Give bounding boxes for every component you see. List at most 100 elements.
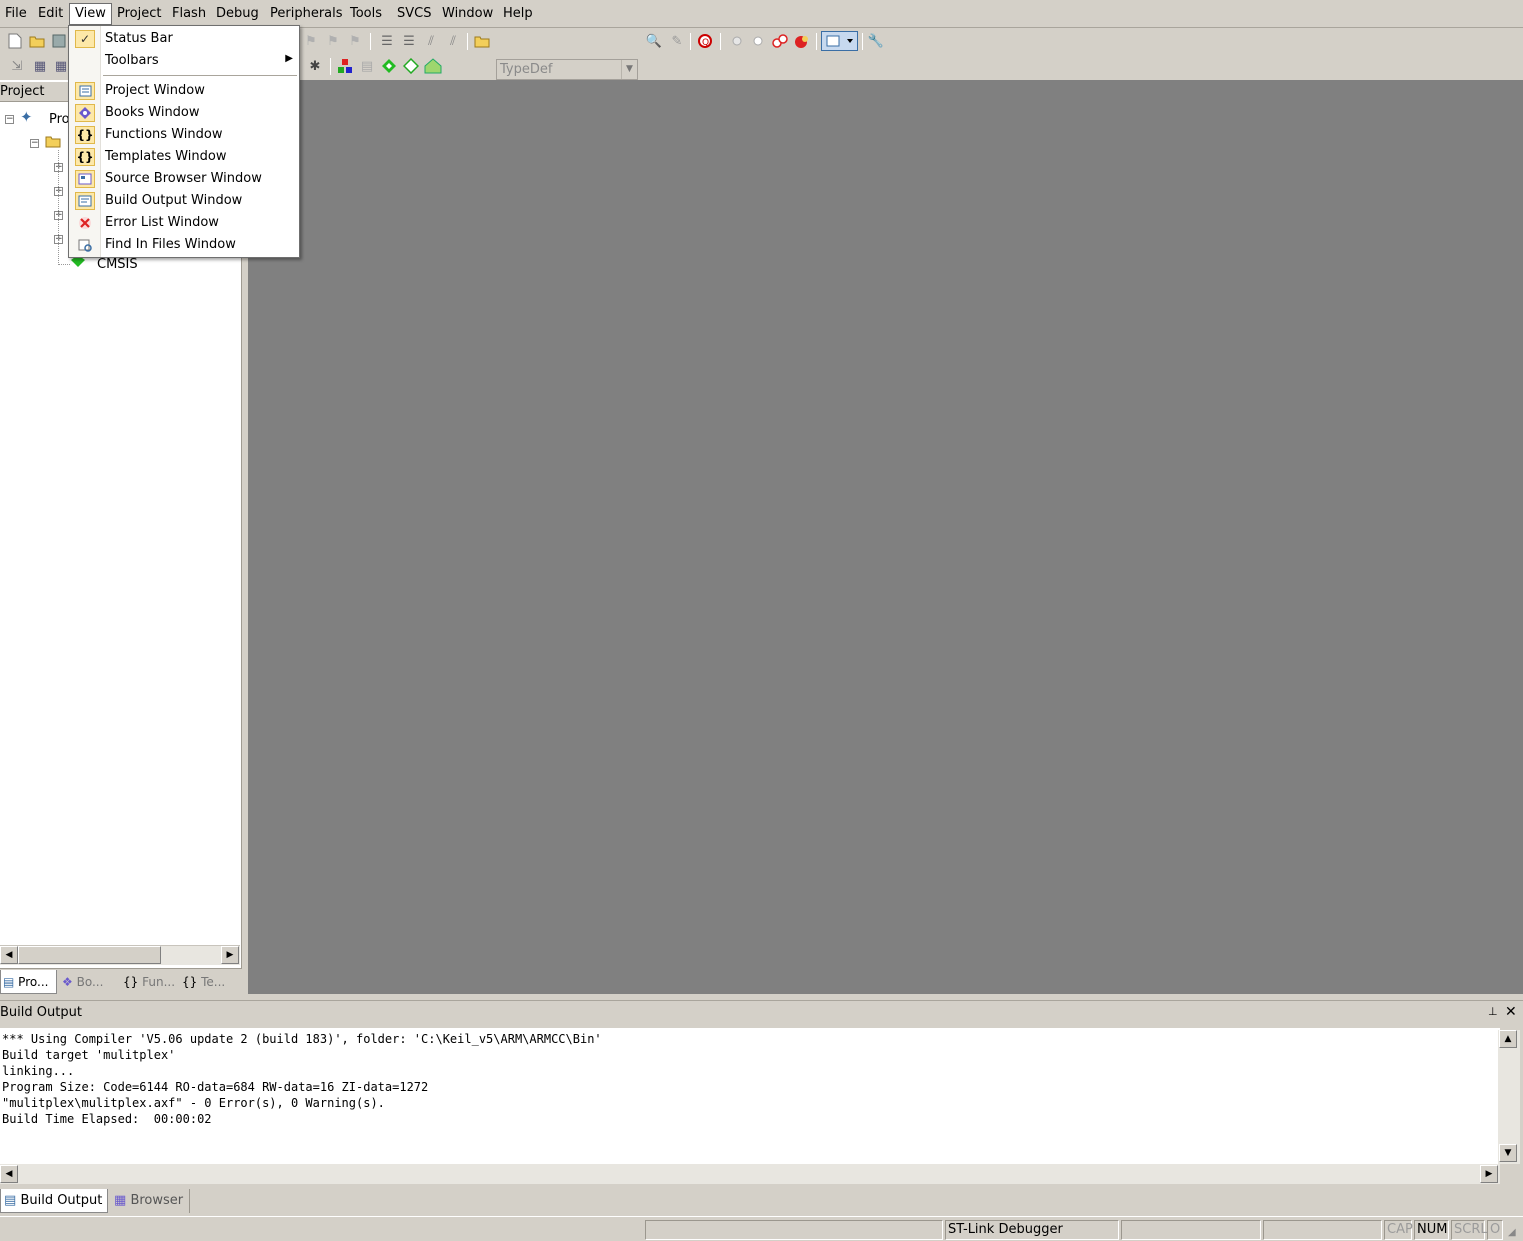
scroll-right-icon[interactable]: ▶ [1480,1165,1498,1183]
project-window-icon [75,82,95,100]
project-tabs: ▤ Pro... ❖ Bo... {} Fun... {} Te... [0,968,242,994]
comment-icon[interactable]: ⫽ [422,32,440,50]
menu-help[interactable]: Help [498,4,538,24]
menu-item-templates-window[interactable]: {} Templates Window [70,146,299,168]
translate-icon[interactable]: ⇲ [8,57,26,75]
close-icon[interactable]: ✕ [1505,1004,1517,1020]
build-output-hscrollbar[interactable]: ◀ ▶ [0,1164,1500,1184]
disable-breakpoints-icon[interactable] [771,32,789,50]
menu-item-functions-window[interactable]: {} Functions Window [70,124,299,146]
menu-item-build-output-window[interactable]: Build Output Window [70,190,299,212]
menu-flash[interactable]: Flash [167,4,211,24]
tab-project[interactable]: ▤ Pro... [0,970,57,994]
menu-file[interactable]: File [0,4,32,24]
menu-item-toolbars[interactable]: Toolbars ▶ [70,50,299,72]
tree-collapse-icon[interactable]: − [30,139,39,148]
chevron-down-icon[interactable]: ▼ [621,60,637,79]
find-in-files-toolbar-icon[interactable] [473,32,491,50]
scroll-left-icon[interactable]: ◀ [0,1165,18,1183]
tree-root-label[interactable]: Pro [49,112,70,127]
menu-project[interactable]: Project [112,4,166,24]
save-icon[interactable] [50,32,68,50]
tab-browser[interactable]: ▦ Browser [112,1189,190,1213]
project-hscrollbar[interactable]: ◀ ▶ [0,945,240,965]
tab-build-output[interactable]: ▤ Build Output [0,1189,108,1213]
status-panel-empty [645,1220,943,1240]
menu-item-find-in-files-window[interactable]: Find In Files Window [70,234,299,256]
status-panel-empty [1263,1220,1382,1240]
unindent-icon[interactable]: ☰ [400,32,418,50]
new-file-icon[interactable] [6,32,24,50]
build-output-icon [75,192,95,210]
tree-collapse-icon[interactable]: − [5,115,14,124]
tab-functions[interactable]: {} Fun... [121,970,177,994]
editor-area[interactable] [248,80,1523,994]
find-icon[interactable]: 🔍 [645,32,663,50]
bottom-tabs: ▤ Build Output ▦ Browser [0,1188,1523,1214]
pack-installer-icon[interactable] [380,57,398,75]
build-icon[interactable]: ▦ [31,57,49,75]
open-folder-icon[interactable] [28,32,46,50]
menu-svcs[interactable]: SVCS [392,4,436,24]
tab-books-label: Bo... [76,975,104,989]
build-line: Program Size: Code=6144 RO-data=684 RW-d… [2,1080,429,1094]
find-in-files-icon [75,236,95,254]
error-list-icon [75,214,95,232]
scroll-right-icon[interactable]: ▶ [221,946,239,964]
build-line: linking... [2,1064,75,1078]
build-output-title: Build Output [0,1005,82,1020]
menu-debug[interactable]: Debug [211,4,264,24]
menu-peripherals[interactable]: Peripherals [265,4,348,24]
tab-books[interactable]: ❖ Bo... [60,970,116,994]
resize-grip-icon[interactable]: ◢ [1508,1227,1516,1238]
scroll-thumb[interactable] [18,946,161,964]
scroll-down-icon[interactable]: ▼ [1499,1144,1517,1162]
menu-tools[interactable]: Tools [345,4,387,24]
bookmark-prev-icon[interactable]: ⚑ [324,32,342,50]
window-layout-icon[interactable] [821,31,858,51]
breakpoint-enable-icon[interactable] [749,32,767,50]
pin-icon[interactable]: ⊥ [1488,1005,1498,1018]
indent-icon[interactable]: ☰ [378,32,396,50]
project-window-icon: ▤ [3,975,15,989]
find-combo[interactable]: TypeDef ▼ [496,59,638,80]
books-window-icon: ❖ [62,975,73,989]
build-output-text[interactable]: *** Using Compiler 'V5.06 update 2 (buil… [0,1028,1500,1164]
software-pack-icon[interactable] [424,57,442,75]
status-num: NUM [1414,1220,1449,1240]
menu-view[interactable]: View [69,3,112,25]
check-icon: ✓ [75,30,95,48]
uncomment-icon[interactable]: ⫽ [444,32,462,50]
breakpoint-icon[interactable] [728,32,746,50]
menu-window[interactable]: Window [437,4,498,24]
scroll-left-icon[interactable]: ◀ [0,946,18,964]
menu-item-label: Project Window [105,83,205,98]
scroll-up-icon[interactable]: ▲ [1499,1030,1517,1048]
build-output-vscrollbar[interactable]: ▲ ▼ [1498,1030,1520,1164]
menu-item-error-list-window[interactable]: Error List Window [70,212,299,234]
menu-item-label: Build Output Window [105,193,243,208]
menu-edit[interactable]: Edit [33,4,68,24]
select-packs-icon[interactable]: ▤ [358,57,376,75]
debug-session-icon[interactable]: Q [696,32,714,50]
tab-templates[interactable]: {} Te... [180,970,236,994]
tab-project-label: Pro... [18,975,49,989]
update-packs-icon[interactable] [402,57,420,75]
bookmark-icon[interactable]: ⚑ [302,32,320,50]
project-root-icon: ✦ [20,108,33,126]
menu-item-project-window[interactable]: Project Window [70,80,299,102]
menu-item-source-browser-window[interactable]: Source Browser Window [70,168,299,190]
incremental-find-icon[interactable]: ✎ [668,32,686,50]
menu-item-books-window[interactable]: Books Window [70,102,299,124]
status-scrl: SCRL [1451,1220,1488,1240]
tree-cmsis-label[interactable]: CMSIS [97,257,138,272]
menu-item-label: Source Browser Window [105,171,262,186]
target-options-icon[interactable]: ✱ [306,57,324,75]
kill-breakpoints-icon[interactable] [793,32,811,50]
manage-components-icon[interactable] [336,57,354,75]
bookmark-next-icon[interactable]: ⚑ [346,32,364,50]
configure-icon[interactable]: 🔧 [867,32,885,50]
menu-item-label: Status Bar [105,31,173,46]
status-ovr: O [1487,1220,1503,1240]
menu-item-status-bar[interactable]: ✓ Status Bar [70,28,299,50]
